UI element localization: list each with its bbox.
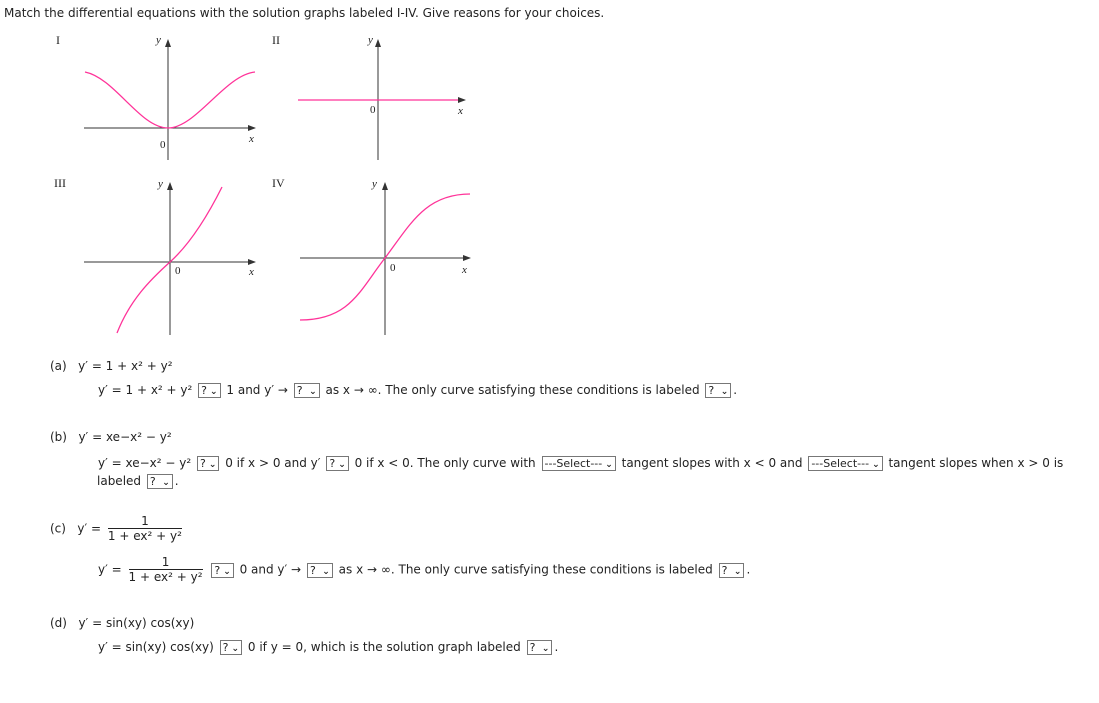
select-d2[interactable]: ? ⌄ bbox=[526, 640, 553, 655]
graph-II bbox=[298, 39, 466, 160]
y-axis-label: y bbox=[372, 178, 377, 190]
chevron-down-icon: ⌄ bbox=[872, 460, 880, 470]
select-d1[interactable]: ? ⌄ bbox=[219, 640, 243, 655]
y-axis-label: y bbox=[158, 178, 163, 190]
select-c3[interactable]: ? ⌄ bbox=[718, 562, 745, 578]
select-b5[interactable]: ? ⌄ bbox=[146, 474, 173, 489]
curve-I bbox=[84, 71, 256, 129]
select-b4[interactable]: ---Select--- ⌄ bbox=[808, 456, 883, 471]
part-c-answer: y′ = 11 + ex² + y² ? ⌄ 0 and y′ → ? ⌄ as … bbox=[98, 555, 751, 585]
select-b1[interactable]: ? ⌄ bbox=[197, 456, 220, 471]
part-b-answer: y′ = xe−x² − y² ? ⌄ 0 if x > 0 and y′ ? ⌄ … bbox=[98, 456, 1064, 471]
graph-I bbox=[84, 39, 256, 160]
origin-label: 0 bbox=[390, 262, 396, 274]
chevron-down-icon: ⌄ bbox=[322, 566, 330, 577]
equation-c: 11 + ex² + y² bbox=[107, 514, 182, 543]
select-a2[interactable]: ? ⌄ bbox=[293, 383, 320, 398]
graph-label-I: I bbox=[56, 33, 60, 47]
part-a-answer: y′ = 1 + x² + y² ? ⌄ 1 and y′ → ? ⌄ as x … bbox=[98, 383, 738, 398]
chevron-down-icon: ⌄ bbox=[338, 460, 346, 470]
chevron-down-icon: ⌄ bbox=[720, 387, 729, 397]
y-axis-label: y bbox=[368, 34, 373, 46]
chevron-down-icon: ⌄ bbox=[162, 478, 170, 488]
graph-label-II: II bbox=[272, 33, 280, 47]
chevron-down-icon: ⌄ bbox=[223, 566, 231, 577]
part-d-answer: y′ = sin(xy) cos(xy) ? ⌄ 0 if y = 0, whic… bbox=[98, 640, 559, 655]
origin-label: 0 bbox=[370, 104, 376, 116]
x-axis-label: x bbox=[462, 264, 467, 276]
chevron-down-icon: ⌄ bbox=[733, 566, 742, 577]
equation-b: y′ = xe−x² − y² bbox=[78, 430, 172, 444]
equation-a: y′ = 1 + x² + y² bbox=[78, 359, 173, 373]
part-b-heading: (b) y′ = xe−x² − y² bbox=[50, 430, 172, 444]
graph-IV bbox=[299, 182, 471, 335]
graph-label-III: III bbox=[54, 176, 66, 190]
chevron-down-icon: ⌄ bbox=[210, 387, 218, 397]
chevron-down-icon: ⌄ bbox=[208, 460, 217, 470]
select-c2[interactable]: ? ⌄ bbox=[306, 562, 333, 578]
solution-graphs bbox=[84, 39, 471, 335]
chevron-down-icon: ⌄ bbox=[231, 644, 240, 654]
part-a-heading: (a) y′ = 1 + x² + y² bbox=[50, 359, 173, 373]
equation-d: y′ = sin(xy) cos(xy) bbox=[78, 616, 195, 630]
x-axis-label: x bbox=[458, 105, 463, 117]
y-axis-label: y bbox=[156, 34, 161, 46]
select-b3[interactable]: ---Select--- ⌄ bbox=[541, 456, 616, 471]
select-a1[interactable]: ? ⌄ bbox=[198, 383, 221, 398]
part-d-heading: (d) y′ = sin(xy) cos(xy) bbox=[50, 616, 195, 630]
x-axis-label: x bbox=[249, 266, 254, 278]
origin-label: 0 bbox=[160, 139, 166, 151]
graph-label-IV: IV bbox=[272, 176, 285, 190]
select-c1[interactable]: ? ⌄ bbox=[211, 562, 234, 578]
graph-III bbox=[84, 182, 256, 335]
chevron-down-icon: ⌄ bbox=[605, 460, 613, 470]
chevron-down-icon: ⌄ bbox=[541, 644, 550, 654]
part-c-heading: (c) y′ = 11 + ex² + y² bbox=[50, 514, 182, 543]
chevron-down-icon: ⌄ bbox=[309, 387, 317, 397]
origin-label: 0 bbox=[175, 265, 181, 277]
x-axis-label: x bbox=[249, 133, 254, 145]
select-a3[interactable]: ? ⌄ bbox=[705, 383, 732, 398]
select-b2[interactable]: ? ⌄ bbox=[326, 456, 349, 471]
